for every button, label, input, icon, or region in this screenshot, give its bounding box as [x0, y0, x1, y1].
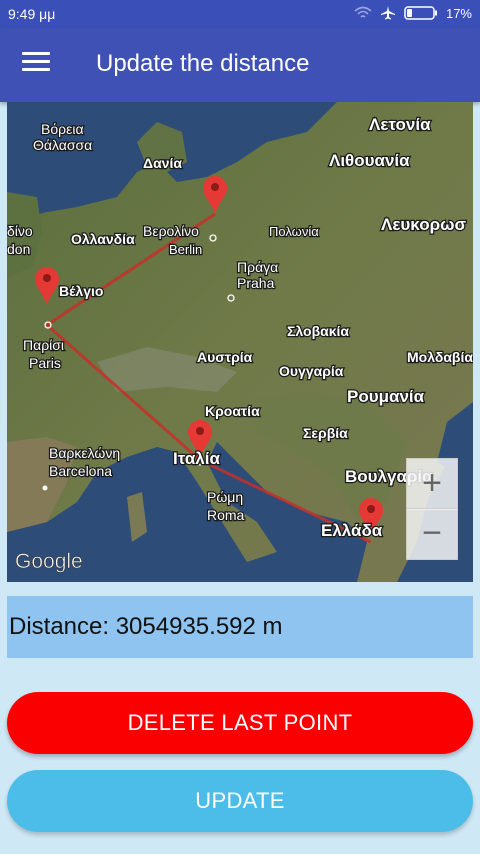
- map-canvas[interactable]: Βόρεια Θάλασσα Δανία Λετονία Λιθουανία Ο…: [7, 102, 473, 582]
- map-label-moldova: Μολδαβία: [407, 349, 473, 365]
- map-label-denmark: Δανία: [143, 155, 182, 171]
- map-label-london-1: δίνο: [7, 223, 33, 239]
- battery-icon: [404, 6, 437, 20]
- google-attribution: Google: [15, 550, 83, 573]
- map-label-lithuania: Λιθουανία: [329, 151, 410, 170]
- map-label-serbia: Σερβία: [303, 425, 348, 441]
- delete-last-point-button[interactable]: DELETE LAST POINT: [7, 692, 473, 754]
- map-label-berlin: Berlin: [169, 242, 202, 257]
- map-label-slovakia: Σλοβακία: [287, 323, 349, 339]
- map-label-latvia: Λετονία: [369, 115, 431, 134]
- hamburger-menu-icon[interactable]: [22, 52, 50, 76]
- map-label-italy: Ιταλία: [173, 449, 220, 468]
- map-label-belarus: Λευκορωσ: [381, 215, 466, 234]
- map-label-paris: Paris: [29, 355, 61, 371]
- distance-display: Distance: 3054935.592 m: [7, 596, 473, 658]
- map-label-prague-gr: Πράγα: [237, 259, 278, 275]
- map-label-croatia: Κροατία: [205, 403, 260, 419]
- map-label-london-2: don: [7, 241, 30, 257]
- map-label-north-sea-2: Θάλασσα: [33, 137, 92, 153]
- update-button[interactable]: UPDATE: [7, 770, 473, 832]
- zoom-out-button[interactable]: −: [406, 508, 458, 560]
- map-label-netherlands: Ολλανδία: [71, 231, 135, 247]
- zoom-in-button[interactable]: +: [406, 458, 458, 510]
- map-label-poland: Πολωνία: [269, 224, 319, 239]
- map-view[interactable]: Βόρεια Θάλασσα Δανία Λετονία Λιθουανία Ο…: [7, 102, 473, 582]
- page-title: Update the distance: [96, 50, 310, 77]
- airplane-icon: [380, 6, 395, 20]
- map-label-austria: Αυστρία: [197, 349, 253, 365]
- map-label-north-sea: Βόρεια: [41, 121, 84, 137]
- map-label-barcelona: Barcelona: [49, 463, 112, 479]
- app-bar: Update the distance: [0, 28, 480, 102]
- map-label-belgium: Βέλγιο: [59, 283, 103, 299]
- wifi-icon: [354, 6, 372, 18]
- status-icons: 17%: [354, 5, 472, 21]
- status-time: 9:49 μμ: [8, 6, 56, 22]
- city-dot-barcelona: [42, 485, 48, 491]
- map-label-rome-gr: Ρώμη: [207, 489, 243, 505]
- map-label-berlin-gr: Βερολίνο: [143, 223, 199, 239]
- battery-percent: 17%: [445, 5, 472, 21]
- map-label-prague: Praha: [237, 275, 275, 291]
- map-label-greece: Ελλάδα: [321, 521, 383, 540]
- map-label-paris-gr: Παρίσι: [23, 337, 64, 353]
- status-bar: 9:49 μμ 17%: [0, 0, 480, 28]
- map-label-romania: Ρουμανία: [347, 387, 425, 406]
- map-label-hungary: Ουγγαρία: [279, 363, 344, 379]
- map-label-rome: Roma: [207, 507, 245, 523]
- map-label-barcelona-gr: Βαρκελώνη: [49, 445, 120, 461]
